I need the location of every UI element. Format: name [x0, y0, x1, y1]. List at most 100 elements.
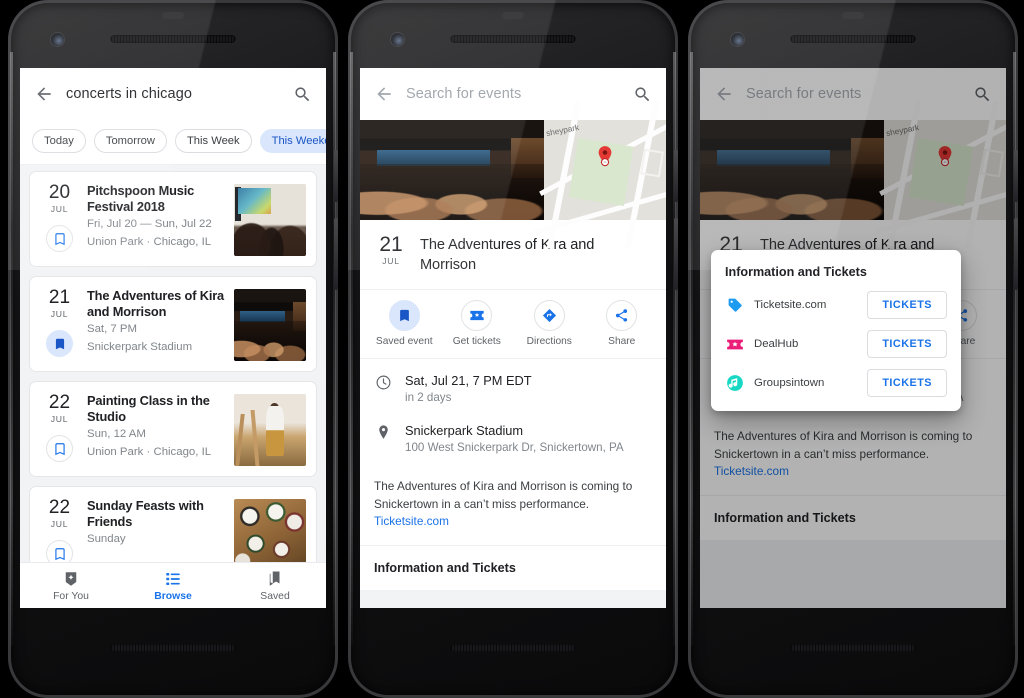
bottom-speaker [450, 644, 576, 652]
action-get-tickets[interactable]: Get tickets [441, 300, 514, 347]
event-day: 22 [48, 392, 71, 413]
volume-button[interactable] [334, 218, 338, 290]
bezel-highlight-left [350, 52, 353, 646]
action-share[interactable]: Share [586, 300, 659, 347]
event-date-column: 20 JUL [38, 182, 81, 256]
save-event-button[interactable] [46, 435, 73, 462]
event-map[interactable]: sheypark [533, 100, 666, 250]
event-date-column: 21 JUL [372, 233, 410, 267]
event-day: 21 [48, 287, 71, 308]
bezel-highlight-left [10, 52, 13, 646]
map-pin-icon [596, 146, 613, 174]
event-time-row: Sat, Jul 21, 7 PM EDT in 2 days [374, 372, 652, 406]
phone2-screen: Search for events sheypark 21 JUL The Ad… [360, 68, 666, 608]
description-text: The Adventures of Kira and Morrison is c… [374, 479, 633, 511]
provider-name: Groupsintown [754, 377, 825, 389]
bookmarks-icon [224, 569, 326, 588]
tag-icon [725, 296, 744, 315]
chip-today[interactable]: Today [32, 129, 86, 153]
tickets-button[interactable]: TICKETS [867, 369, 947, 397]
event-info: Pitchspoon Music Festival 2018 Fri, Jul … [87, 182, 228, 256]
event-time-primary: Sat, Jul 21, 7 PM EDT [405, 373, 532, 388]
action-saved-event[interactable]: Saved event [368, 300, 441, 347]
event-thumbnail [234, 289, 306, 361]
event-venue-text: Union Park · Chicago, IL [87, 236, 212, 248]
search-icon[interactable] [293, 85, 312, 104]
back-arrow-icon[interactable] [34, 84, 54, 104]
screenshot-stage: concerts in chicago Today Tomorrow This … [0, 0, 1024, 698]
venue-address: 100 West Snickerpark Dr, Snickertown, PA [405, 441, 624, 454]
save-event-button[interactable] [46, 330, 73, 357]
back-arrow-icon[interactable] [374, 84, 394, 104]
proximity-sensor [162, 12, 184, 19]
event-info: Painting Class in the Studio Sun, 12 AM … [87, 392, 228, 466]
save-event-button[interactable] [46, 225, 73, 252]
event-date-text: Sat, 7 PM [87, 323, 138, 335]
provider-name: DealHub [754, 338, 799, 350]
earpiece-speaker [110, 35, 236, 43]
music-note-circle-icon [725, 374, 744, 393]
chip-this-week[interactable]: This Week [174, 129, 252, 153]
nav-item-browse[interactable]: Browse [122, 569, 224, 602]
list-icon [122, 569, 224, 588]
event-date-column: 22 JUL [38, 497, 81, 571]
list-item[interactable]: 21 JUL The Adventures of Kira and Morris… [29, 276, 317, 372]
event-date-text: Sunday [87, 533, 126, 545]
front-camera-icon [391, 33, 404, 46]
nav-label: Saved [260, 591, 290, 602]
event-venue-text: Snickerpark Stadium [87, 341, 193, 353]
event-month: JUL [50, 519, 69, 529]
bezel-highlight-left [690, 52, 693, 646]
search-input[interactable]: Search for events [406, 86, 621, 102]
nav-item-saved[interactable]: Saved [224, 569, 326, 602]
bezel-highlight-right [673, 52, 676, 646]
action-label: Directions [526, 336, 572, 347]
search-query-text[interactable]: concerts in chicago [66, 86, 281, 102]
information-and-tickets-section[interactable]: Information and Tickets [360, 544, 666, 590]
nav-label: For You [53, 591, 89, 602]
provider-row: Groupsintown TICKETS [725, 369, 947, 397]
nav-item-for-you[interactable]: For You [20, 569, 122, 602]
bottom-navigation: For You Browse Saved [20, 562, 326, 608]
bottom-speaker [790, 644, 916, 652]
earpiece-speaker [450, 35, 576, 43]
front-camera-icon [51, 33, 64, 46]
proximity-sensor [502, 12, 524, 19]
phone-device-3: Search for events sheypark 21 The Advent… [688, 0, 1018, 698]
description-link[interactable]: Ticketsite.com [374, 514, 449, 528]
phone3-screen: Search for events sheypark 21 The Advent… [700, 68, 1006, 608]
event-thumbnail [234, 184, 306, 256]
event-day: 20 [48, 182, 71, 203]
event-venue-row[interactable]: Snickerpark Stadium 100 West Snickerpark… [374, 422, 652, 456]
provider-name: Ticketsite.com [754, 299, 827, 311]
provider-row: DealHub TICKETS [725, 330, 947, 358]
power-button[interactable] [1014, 150, 1018, 202]
date-filter-chips: Today Tomorrow This Week This Weekend [20, 120, 326, 165]
list-item[interactable]: 20 JUL Pitchspoon Music Festival 2018 Fr… [29, 171, 317, 267]
chip-tomorrow[interactable]: Tomorrow [93, 129, 167, 153]
action-directions[interactable]: Directions [513, 300, 586, 347]
power-button[interactable] [334, 150, 338, 202]
action-label: Saved event [375, 336, 433, 347]
power-button[interactable] [674, 150, 678, 202]
event-results-list: 20 JUL Pitchspoon Music Festival 2018 Fr… [20, 165, 326, 608]
list-item[interactable]: 22 JUL Painting Class in the Studio Sun,… [29, 381, 317, 477]
event-date-column: 21 JUL [38, 287, 81, 361]
venue-name: Snickerpark Stadium [405, 423, 524, 438]
event-day: 21 [379, 233, 403, 256]
proximity-sensor [842, 12, 864, 19]
volume-button[interactable] [674, 218, 678, 290]
earpiece-speaker [790, 35, 916, 43]
event-month: JUL [382, 256, 400, 266]
tickets-button[interactable]: TICKETS [867, 291, 947, 319]
volume-button[interactable] [1014, 218, 1018, 290]
event-month: JUL [50, 204, 69, 214]
tickets-button[interactable]: TICKETS [867, 330, 947, 358]
event-month: JUL [50, 309, 69, 319]
search-icon[interactable] [633, 85, 652, 104]
chip-this-weekend[interactable]: This Weekend [259, 129, 326, 153]
search-app-bar: Search for events [360, 68, 666, 120]
phone-device-2: Search for events sheypark 21 JUL The Ad… [348, 0, 678, 698]
sparkle-badge-icon [20, 569, 122, 588]
event-description: The Adventures of Kira and Morrison is c… [360, 478, 666, 545]
